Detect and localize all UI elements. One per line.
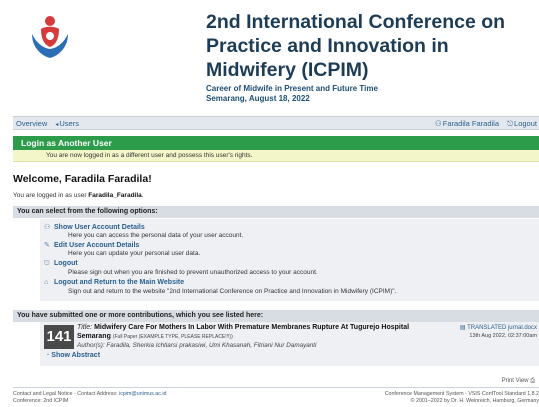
show-abstract-link[interactable]: · Show Abstract — [47, 352, 100, 359]
conference-title: 2nd International Conference on Practice… — [206, 11, 506, 81]
nav-logout-link[interactable]: ⎋Logout — [507, 119, 537, 128]
logged-in-prefix: You are logged in as user — [13, 192, 87, 199]
options-panel: ⚇ Show User Account Details Here you can … — [40, 219, 539, 301]
options-section-header: You can select from the following option… — [13, 206, 539, 218]
logged-in-username: Faradila_Faradila — [88, 192, 142, 199]
current-user-link[interactable]: ⚇Faradila Faradila — [435, 119, 499, 128]
print-view-link[interactable]: Print View ⎙ — [502, 378, 535, 385]
conference-subtitle: Career of Midwife in Present and Future … — [206, 84, 378, 103]
footer-contact: Contact and Legal Notice · Contact Addre… — [13, 391, 167, 398]
print-view-label: Print View — [501, 378, 529, 384]
contribution-item: 141 Title: Midwifery Care For Mothers In… — [40, 322, 539, 366]
welcome-heading: Welcome, Faradila Faradila! — [13, 173, 152, 185]
user-icon: ⚇ — [435, 119, 442, 128]
footer-email-link[interactable]: icpim@unimus.ac.id — [119, 391, 166, 397]
option-logout[interactable]: ⎋ Logout Please sign out when you are fin… — [44, 260, 318, 276]
footer-left: Contact and Legal Notice · Contact Addre… — [13, 391, 167, 404]
current-user-name: Faradila Faradila — [442, 119, 500, 128]
footer-copyright: © 2001–2022 by Dr. H. Weinreich, Hamburg… — [410, 397, 539, 404]
nav-right: ⚇Faradila Faradila ⎋Logout — [429, 119, 537, 129]
logout-icon: ⎋ — [44, 260, 50, 267]
conference-date: Semarang, August 18, 2022 — [206, 93, 310, 103]
page-header: 2nd International Conference on Practice… — [0, 0, 539, 115]
logout-icon: ⎋ — [507, 119, 514, 128]
paper-id-badge: 141 — [44, 325, 74, 349]
show-abstract-label: Show Abstract — [51, 352, 101, 359]
authors-list: Faradila, Sherkia Ichtiarsi prakasiwi, U… — [106, 342, 317, 349]
option-edit-account-desc: Here you can update your personal user d… — [68, 250, 201, 257]
navigation-bar: Overview ◂Users ⚇Faradila Faradila ⎋Logo… — [13, 116, 539, 130]
paper-authors: Author(s): Faradila, Sherkia Ichtiarsi p… — [77, 342, 316, 349]
nav-users-link[interactable]: ◂Users — [55, 119, 79, 128]
user-details-icon: ⚇ — [44, 224, 51, 231]
login-as-message: You are now logged in as a different use… — [13, 150, 539, 162]
logged-in-as-text: You are logged in as user Faradila_Farad… — [13, 192, 144, 199]
option-show-account-desc: Here you can access the personal data of… — [68, 232, 244, 239]
triangle-left-icon: ◂ — [55, 122, 59, 128]
user-edit-icon: ✎ — [44, 242, 50, 249]
nav-left: Overview ◂Users — [16, 119, 85, 128]
home-icon: ⌂ — [44, 279, 49, 286]
logged-in-suffix: . — [141, 192, 144, 199]
option-logout-desc: Please sign out when you are finished to… — [68, 269, 318, 276]
option-edit-account-label[interactable]: Edit User Account Details — [54, 242, 139, 249]
footer-conference: Conference: 2nd ICPIM — [13, 397, 69, 404]
option-logout-return-desc: Sign out and return to the website "2nd … — [68, 288, 397, 295]
paper-type: (Full Paper (EXAMPLE TYPE, PLEASE REPLAC… — [112, 333, 233, 340]
printer-icon: ⎙ — [530, 378, 535, 384]
document-icon: ▤ — [459, 325, 468, 331]
option-edit-account[interactable]: ✎ Edit User Account Details Here you can … — [44, 241, 200, 257]
footer-system: Conference Management System - VSIS Conf… — [384, 391, 539, 397]
uploaded-file: ▤ TRANSLATED jurnal.docx 13th Aug 2022, … — [460, 324, 537, 340]
nav-users-label: Users — [59, 119, 79, 128]
option-show-account[interactable]: ⚇ Show User Account Details Here you can … — [44, 223, 243, 239]
conference-logo-icon — [32, 16, 68, 58]
option-logout-label[interactable]: Logout — [54, 260, 78, 267]
nav-overview-link[interactable]: Overview — [16, 119, 47, 128]
nav-logout-label: Logout — [514, 119, 537, 128]
footer-right: Conference Management System - VSIS Conf… — [385, 391, 539, 404]
paper-title-label: Title: — [77, 324, 93, 331]
option-logout-return-label[interactable]: Logout and Return to the Main Website — [54, 279, 184, 286]
conference-theme: Career of Midwife in Present and Future … — [206, 84, 378, 93]
file-name: TRANSLATED jurnal.docx — [467, 325, 537, 331]
file-download-link[interactable]: ▤ TRANSLATED jurnal.docx — [460, 324, 537, 332]
authors-label: Author(s): — [77, 342, 105, 349]
login-as-banner: Login as Another User — [13, 136, 539, 150]
print-bar: Print View ⎙ — [13, 378, 539, 388]
option-show-account-label[interactable]: Show User Account Details — [54, 224, 145, 231]
file-date: 13th Aug 2022, 02:37:00am — [469, 333, 537, 339]
footer-contact-text: Contact and Legal Notice · Contact Addre… — [13, 391, 118, 397]
option-logout-return[interactable]: ⌂ Logout and Return to the Main Website S… — [44, 279, 396, 295]
paper-title: Title: Midwifery Care For Mothers In Lab… — [77, 324, 437, 341]
contributions-section-header: You have submitted one or more contribut… — [13, 310, 539, 322]
